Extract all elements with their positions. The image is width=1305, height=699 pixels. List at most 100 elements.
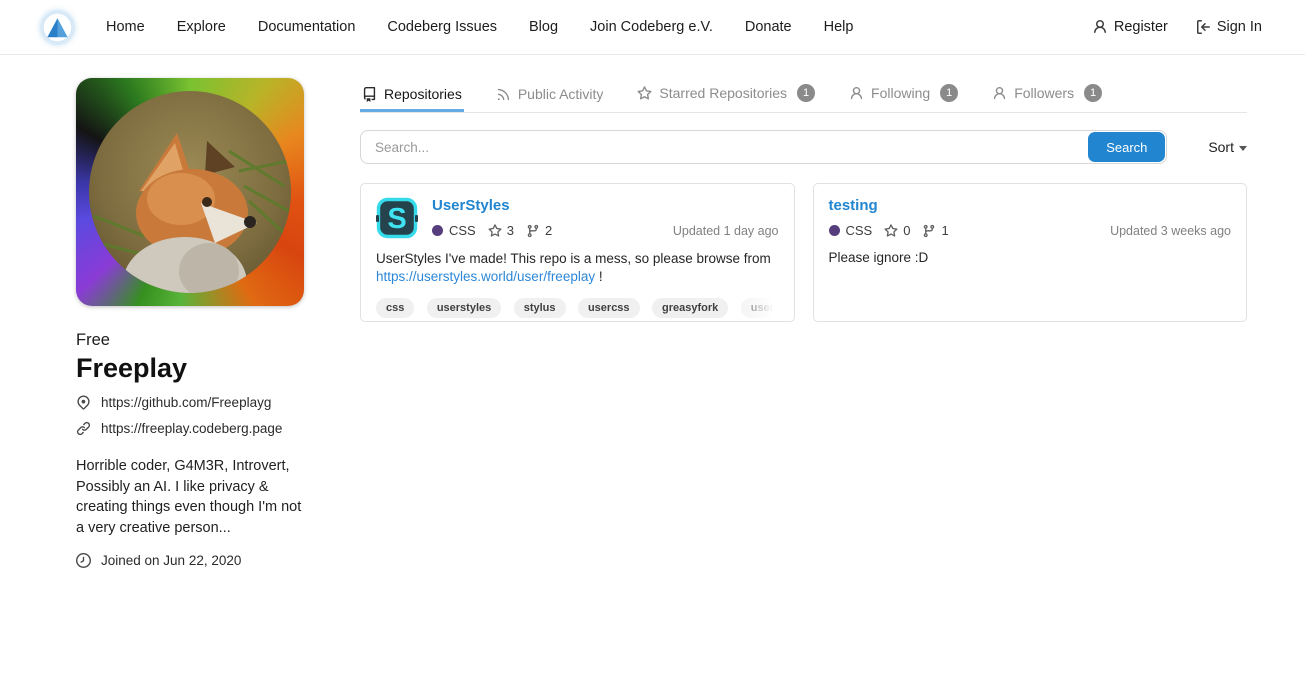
topic-tag[interactable]: greasyfork bbox=[652, 298, 728, 318]
profile-location-row: https://github.com/Freeplayg bbox=[76, 395, 308, 410]
tab-repositories[interactable]: Repositories bbox=[360, 80, 464, 112]
link-icon bbox=[76, 421, 91, 436]
tab-label: Public Activity bbox=[518, 86, 604, 102]
profile-content: Repositories Public Activity Starred Rep… bbox=[360, 78, 1247, 568]
nav-auth-links: Register Sign In bbox=[1092, 19, 1262, 35]
nav-codeberg-issues[interactable]: Codeberg Issues bbox=[387, 19, 497, 35]
fork-count: 1 bbox=[941, 223, 948, 238]
tab-following[interactable]: Following 1 bbox=[847, 78, 960, 112]
tab-label: Repositories bbox=[384, 86, 462, 102]
nav-blog[interactable]: Blog bbox=[529, 19, 558, 35]
repo-updated: Updated 3 weeks ago bbox=[1110, 224, 1231, 238]
sign-in-label: Sign In bbox=[1217, 19, 1262, 35]
avatar bbox=[76, 78, 304, 306]
profile-website-row: https://freeplay.codeberg.page bbox=[76, 421, 308, 436]
tab-starred-repositories[interactable]: Starred Repositories 1 bbox=[635, 78, 817, 112]
repo-language: CSS bbox=[846, 223, 873, 238]
tab-label: Followers bbox=[1014, 85, 1074, 101]
svg-text:S: S bbox=[387, 203, 406, 235]
tab-label: Starred Repositories bbox=[659, 85, 787, 101]
register-link[interactable]: Register bbox=[1092, 19, 1168, 35]
clock-icon bbox=[76, 553, 91, 568]
topic-tag[interactable]: userstyles bbox=[427, 298, 501, 318]
repo-icon bbox=[362, 87, 377, 102]
followers-count-badge: 1 bbox=[1084, 84, 1102, 102]
search-button[interactable]: Search bbox=[1088, 132, 1165, 162]
repo-title-link[interactable]: testing bbox=[829, 197, 878, 214]
profile-website[interactable]: https://freeplay.codeberg.page bbox=[101, 421, 282, 436]
repo-stars: 3 bbox=[488, 223, 514, 238]
nav-donate[interactable]: Donate bbox=[745, 19, 792, 35]
following-count-badge: 1 bbox=[940, 84, 958, 102]
fork-count: 2 bbox=[545, 223, 552, 238]
topic-tag[interactable]: usercss bbox=[578, 298, 640, 318]
repo-stars: 0 bbox=[884, 223, 910, 238]
caret-down-icon bbox=[1239, 146, 1247, 151]
nav-help[interactable]: Help bbox=[824, 19, 854, 35]
tab-followers[interactable]: Followers 1 bbox=[990, 78, 1104, 112]
repo-card-head: testing CSS 0 bbox=[829, 197, 1232, 238]
nav-join-codeberg[interactable]: Join Codeberg e.V. bbox=[590, 19, 713, 35]
repo-updated: Updated 1 day ago bbox=[673, 224, 779, 238]
repo-title-link[interactable]: UserStyles bbox=[432, 197, 510, 214]
person-icon bbox=[1092, 19, 1108, 35]
profile-page: Free Freeplay https://github.com/Freepla… bbox=[0, 55, 1305, 568]
register-label: Register bbox=[1114, 19, 1168, 35]
search-input[interactable] bbox=[361, 131, 1087, 163]
repo-topics: css userstyles stylus usercss greasyfork… bbox=[376, 298, 779, 319]
topic-tag[interactable]: stylus bbox=[514, 298, 566, 318]
nav-home[interactable]: Home bbox=[106, 19, 145, 35]
sort-label: Sort bbox=[1208, 139, 1234, 155]
profile-location: https://github.com/Freeplayg bbox=[101, 395, 271, 410]
profile-username: Freeplay bbox=[76, 353, 308, 384]
fox-photo bbox=[89, 91, 291, 293]
repo-language: CSS bbox=[449, 223, 476, 238]
profile-full-name: Free bbox=[76, 331, 308, 350]
tab-public-activity[interactable]: Public Activity bbox=[494, 80, 606, 112]
desc-text: UserStyles I've made! This repo is a mes… bbox=[376, 251, 771, 266]
star-count: 0 bbox=[903, 223, 910, 238]
sort-dropdown[interactable]: Sort bbox=[1208, 139, 1247, 155]
topic-tag[interactable]: userstyle bbox=[741, 298, 779, 318]
profile-joined: Joined on Jun 22, 2020 bbox=[101, 553, 241, 568]
starred-count-badge: 1 bbox=[797, 84, 815, 102]
search-group: Search bbox=[360, 130, 1167, 164]
repo-description: Please ignore :D bbox=[829, 249, 1232, 267]
person-icon bbox=[992, 86, 1007, 101]
location-pin-icon bbox=[76, 395, 91, 410]
top-navbar: Home Explore Documentation Codeberg Issu… bbox=[0, 0, 1305, 55]
desc-text: ! bbox=[595, 269, 603, 284]
sign-in-icon bbox=[1195, 19, 1211, 35]
repository-list: S UserStyles CSS 3 bbox=[360, 183, 1247, 322]
desc-link[interactable]: https://userstyles.world/user/freeplay bbox=[376, 269, 595, 284]
repo-description: UserStyles I've made! This repo is a mes… bbox=[376, 250, 779, 286]
repo-forks: 1 bbox=[922, 223, 948, 238]
userstyles-repo-avatar[interactable]: S bbox=[376, 197, 418, 239]
star-icon bbox=[884, 224, 898, 238]
repo-forks: 2 bbox=[526, 223, 552, 238]
nav-explore[interactable]: Explore bbox=[177, 19, 226, 35]
git-fork-icon bbox=[922, 224, 936, 238]
rss-icon bbox=[496, 87, 511, 102]
repo-search-row: Search Sort bbox=[360, 130, 1247, 164]
codeberg-logo[interactable] bbox=[42, 12, 73, 43]
desc-text: Please ignore :D bbox=[829, 250, 929, 265]
language-color-dot bbox=[829, 225, 840, 236]
star-count: 3 bbox=[507, 223, 514, 238]
codeberg-logo-icon bbox=[42, 12, 73, 43]
profile-sidebar: Free Freeplay https://github.com/Freepla… bbox=[76, 78, 308, 568]
sign-in-link[interactable]: Sign In bbox=[1195, 19, 1262, 35]
profile-bio: Horrible coder, G4M3R, Introvert, Possib… bbox=[76, 456, 308, 538]
tab-label: Following bbox=[871, 85, 930, 101]
nav-documentation[interactable]: Documentation bbox=[258, 19, 356, 35]
profile-tabs: Repositories Public Activity Starred Rep… bbox=[360, 78, 1247, 113]
repo-card-head: S UserStyles CSS 3 bbox=[376, 197, 779, 239]
repo-card-main: UserStyles CSS 3 bbox=[432, 197, 779, 239]
repo-meta-row: CSS 0 1 bbox=[829, 223, 1232, 238]
language-color-dot bbox=[432, 225, 443, 236]
repo-card-testing: testing CSS 0 bbox=[813, 183, 1248, 322]
repo-meta-row: CSS 3 2 bbox=[432, 223, 779, 238]
topic-tag[interactable]: css bbox=[376, 298, 414, 318]
avatar-photo bbox=[89, 91, 291, 293]
repo-card-userstyles: S UserStyles CSS 3 bbox=[360, 183, 795, 322]
